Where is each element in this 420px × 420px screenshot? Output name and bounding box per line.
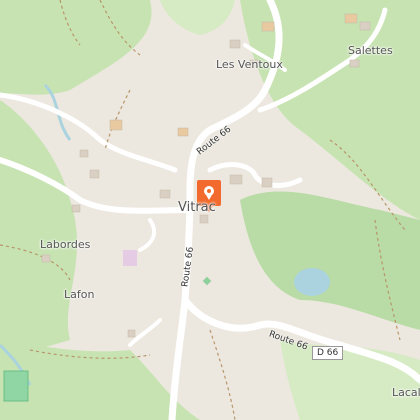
place-label-les-ventoux[interactable]: Les Ventoux [216,58,283,71]
place-label-salettes[interactable]: Salettes [348,44,393,57]
map-canvas[interactable]: Les Ventoux Salettes Vitrac Labordes Laf… [0,0,420,420]
place-label-lacal[interactable]: Lacal [392,386,420,399]
place-label-vitrac[interactable]: Vitrac [178,200,216,215]
place-label-lafon[interactable]: Lafon [64,288,94,301]
road-shield-d66: D 66 [312,346,344,360]
place-label-labordes[interactable]: Labordes [40,238,90,251]
pin-icon-hole [207,189,211,193]
